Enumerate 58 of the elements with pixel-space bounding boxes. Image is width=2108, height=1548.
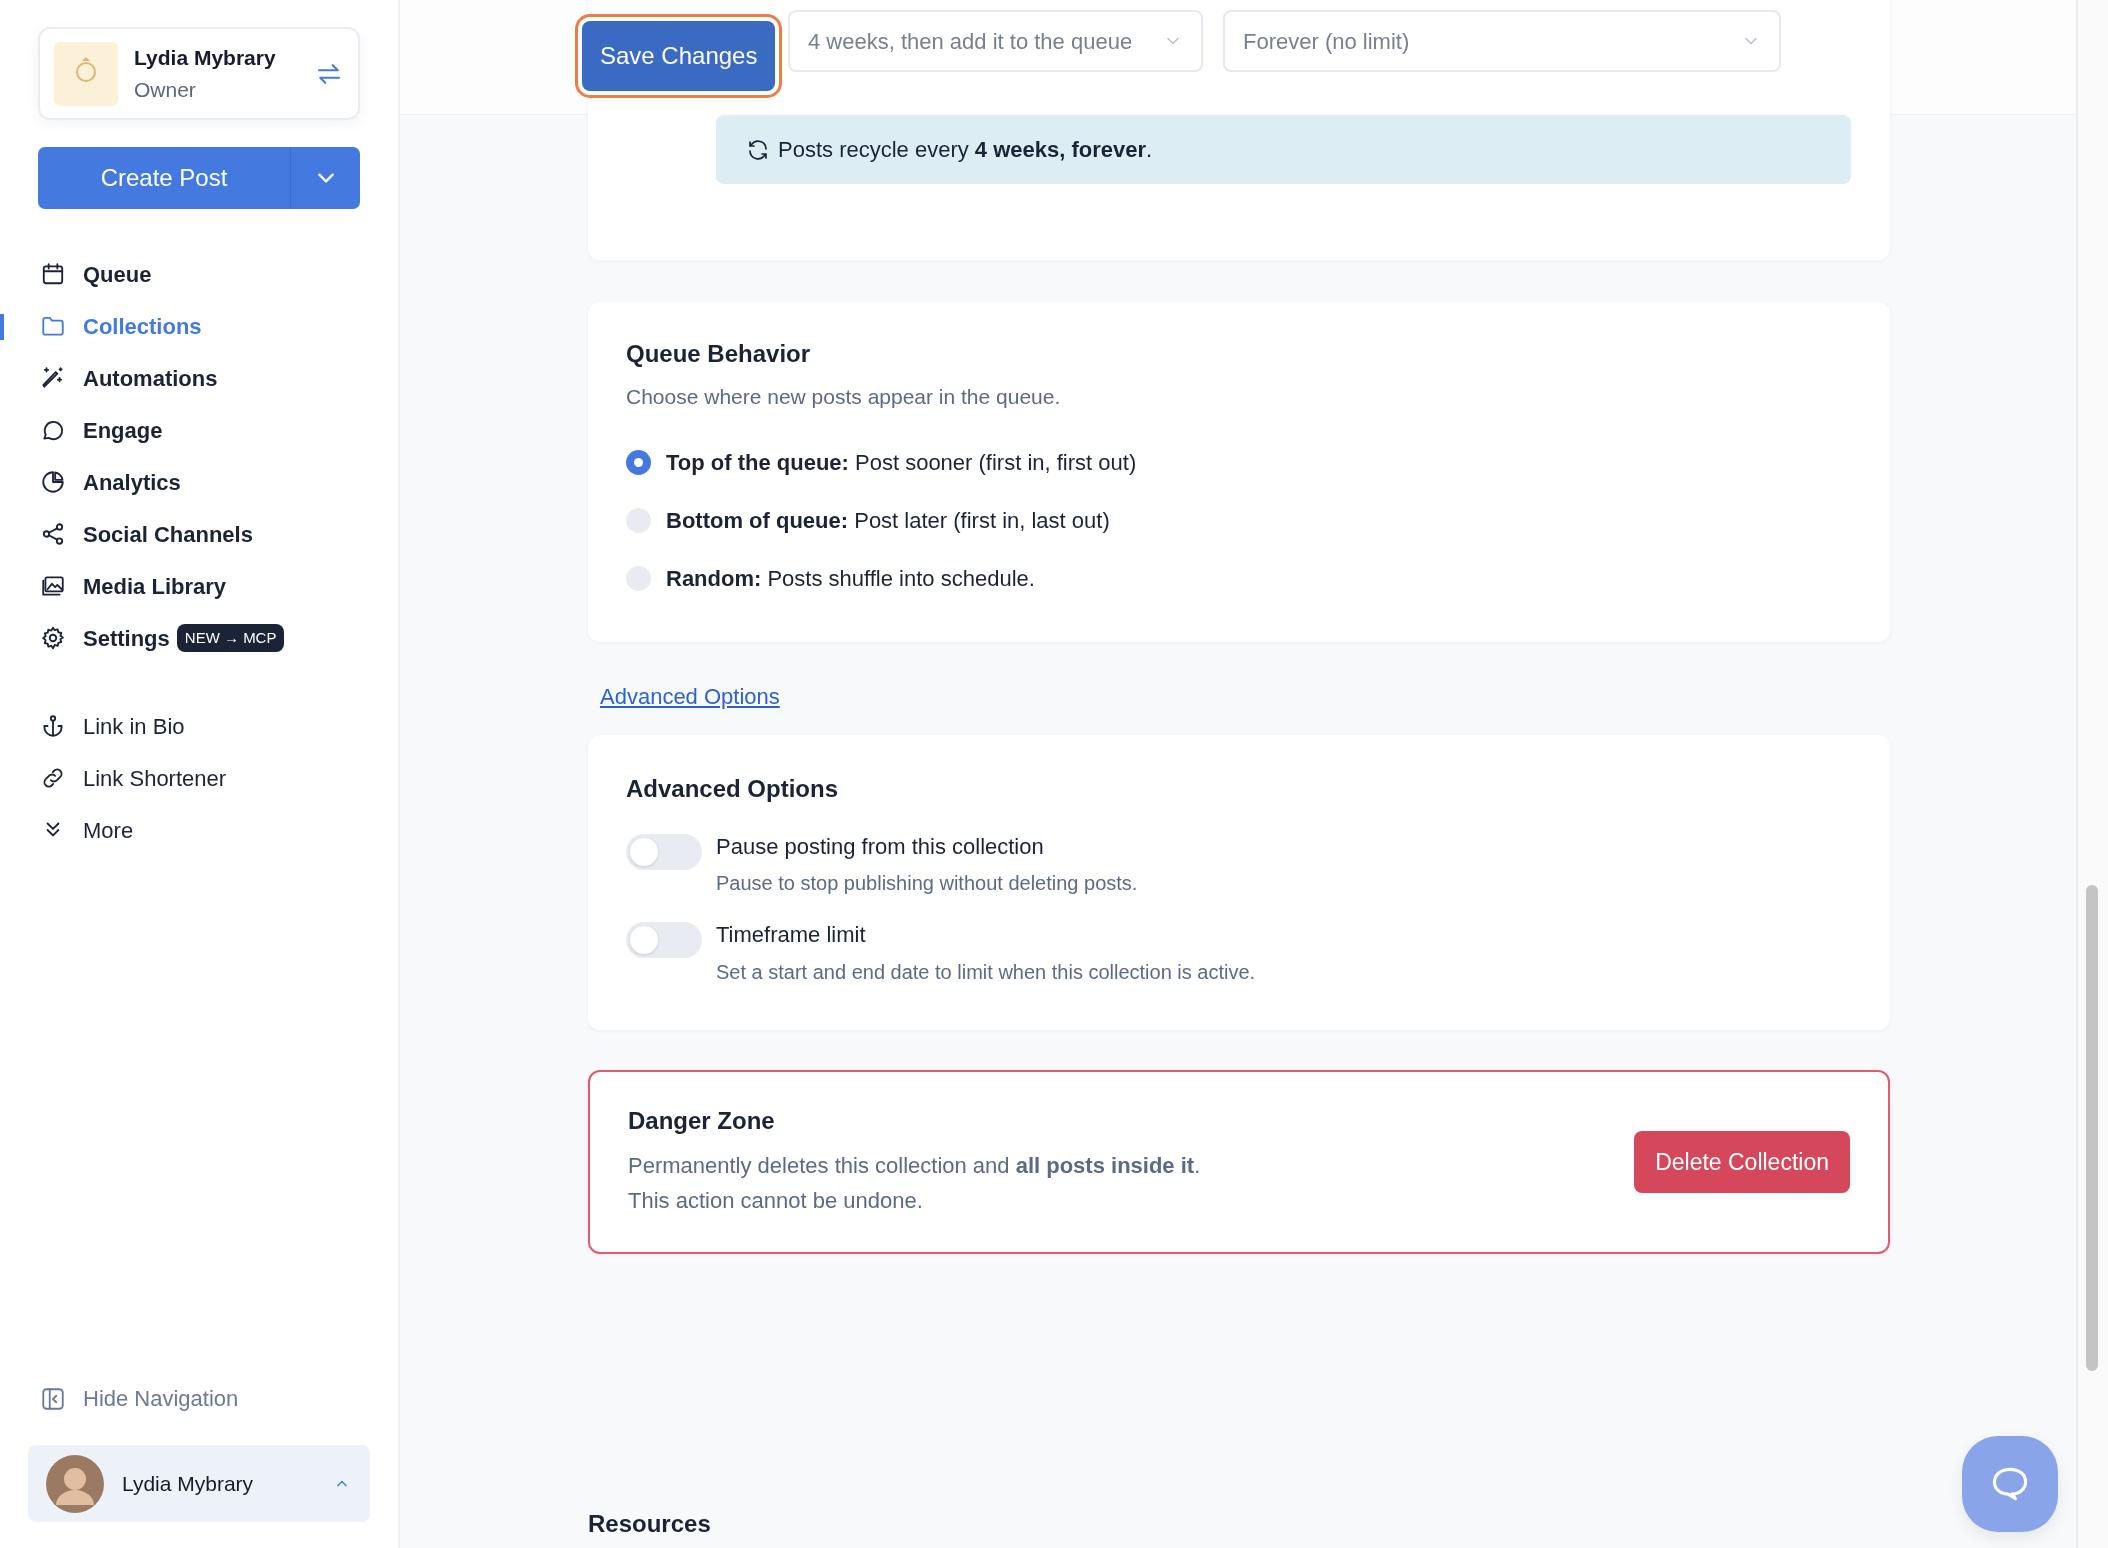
pie-chart-icon — [40, 469, 66, 495]
toggle-switch[interactable] — [626, 833, 702, 870]
toggle-label: Pause posting from this collection — [716, 833, 1045, 861]
toggle-switch[interactable] — [626, 922, 702, 959]
warning-text: This action cannot be undone. — [628, 1187, 924, 1216]
nav-item[interactable]: Engage — [38, 404, 169, 456]
section-title: Queue Behavior — [626, 340, 812, 369]
toggle-label: Timeframe limit — [716, 922, 867, 949]
nav-item[interactable]: Media Library — [38, 560, 233, 612]
caret-icon — [317, 173, 334, 183]
radio-button[interactable] — [626, 450, 651, 476]
radio-option[interactable]: Bottom of queue: Post later (first in, last out) — [626, 504, 1852, 538]
collapse-sidebar-icon — [40, 1385, 66, 1412]
nav-item[interactable]: Queue — [38, 248, 158, 300]
create-post-button[interactable]: Create Post — [38, 147, 290, 209]
notice-text: Posts recycle every 4 weeks, forever. — [778, 136, 1153, 164]
nav-item[interactable]: Social Channels — [38, 508, 259, 560]
account-card[interactable]: Lydia Mybrary Owner — [38, 27, 360, 120]
dropdown-button[interactable] — [290, 147, 360, 209]
new-badge: NEW → MCP — [176, 623, 285, 653]
avatar — [46, 1454, 104, 1513]
nav-item[interactable]: Link Shortener — [38, 752, 233, 804]
delete-collection-button[interactable]: Delete Collection — [1634, 1131, 1850, 1193]
section-title: Danger Zone — [628, 1106, 776, 1136]
advanced-options-link[interactable]: Advanced Options — [600, 680, 780, 713]
share-icon — [40, 521, 66, 547]
selection-indicator — [0, 314, 4, 340]
select-field[interactable]: Forever (no limit) — [1223, 10, 1781, 72]
calendar-icon — [40, 261, 66, 287]
logo-icon — [54, 41, 118, 106]
nav-item[interactable]: Automations — [38, 352, 224, 404]
nav-item[interactable]: Collections — [38, 300, 208, 352]
radio-option[interactable]: Random: Posts shuffle into schedule. — [626, 562, 1852, 596]
nav-item[interactable]: Link in Bio — [38, 700, 191, 752]
toggle-description: Pause to stop publishing without deleting posts. — [716, 871, 1138, 897]
chat-button[interactable] — [1962, 1436, 2058, 1532]
nav-item[interactable]: Analytics — [38, 456, 187, 508]
select-field[interactable]: 4 weeks, then add it to the queue — [788, 10, 1203, 72]
magic-wand-icon — [40, 365, 66, 391]
warning-text: Permanently deletes this collection and all posts inside it. — [628, 1152, 1201, 1181]
radio-option[interactable]: Top of the queue: Post sooner (first in, first out) — [626, 446, 1852, 480]
hide-navigation-button[interactable]: Hide Navigation — [38, 1382, 360, 1415]
toggle-description: Set a start and end date to limit when this collection is active. — [716, 959, 1256, 985]
option-label: Bottom of queue: Post later (first in, last out) — [666, 507, 1110, 536]
option-label: Random: Posts shuffle into schedule. — [666, 565, 1035, 594]
section-title: Resources — [588, 1509, 712, 1539]
gear-icon — [40, 625, 66, 651]
account-name: Lydia Mybrary — [134, 45, 276, 71]
option-label: Top of the queue: Post sooner (first in, first out) — [666, 449, 1137, 478]
scrollbar[interactable] — [2076, 0, 2108, 1548]
images-icon — [40, 573, 66, 599]
nav-item[interactable]: More — [38, 804, 140, 856]
nav-item[interactable]: Settings NEW → MCP — [38, 612, 291, 664]
account-role: Owner — [134, 76, 197, 103]
user-menu-button[interactable]: Lydia Mybrary — [28, 1445, 370, 1522]
refresh-icon — [746, 137, 770, 162]
section-subtitle: Choose where new posts appear in the queue. — [626, 383, 1062, 410]
section-title: Advanced Options — [626, 775, 840, 804]
